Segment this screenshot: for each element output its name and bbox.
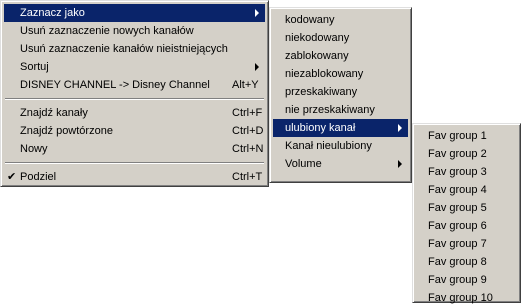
mark-as-submenu: kodowany niekodowany zablokowany niezabl…	[269, 7, 412, 183]
menu-item-fav-group-6[interactable]: Fav group 6	[416, 217, 517, 235]
menu-item-label: Nowy	[20, 143, 48, 155]
menu-item-shortcut: Alt+Y	[232, 79, 259, 91]
menu-item-skipped[interactable]: przeskakiwany	[273, 83, 408, 101]
menu-item-label: Volume	[285, 158, 322, 170]
menu-item-fav-group-7[interactable]: Fav group 7	[416, 235, 517, 253]
context-menu: Zaznacz jako Usuń zaznaczenie nowych kan…	[0, 0, 269, 187]
menu-item-fav-group-3[interactable]: Fav group 3	[416, 163, 517, 181]
menu-item-unencrypted[interactable]: niekodowany	[273, 29, 408, 47]
menu-item-find-channels[interactable]: Znajdź kanały Ctrl+F	[4, 104, 265, 122]
menu-item-mark-as[interactable]: Zaznacz jako	[4, 4, 265, 22]
menu-item-sort[interactable]: Sortuj	[4, 58, 265, 76]
menu-item-label: Fav group 4	[428, 184, 487, 196]
menu-item-fav-group-1[interactable]: Fav group 1	[416, 127, 517, 145]
menu-item-shortcut: Ctrl+F	[232, 107, 263, 119]
menu-item-new[interactable]: Nowy Ctrl+N	[4, 140, 265, 158]
menu-item-label: Fav group 3	[428, 166, 487, 178]
menu-item-fav-group-9[interactable]: Fav group 9	[416, 271, 517, 289]
menu-item-label: nie przeskakiwany	[285, 104, 375, 116]
menu-item-locked[interactable]: zablokowany	[273, 47, 408, 65]
menu-item-unlocked[interactable]: niezablokowany	[273, 65, 408, 83]
menu-item-label: przeskakiwany	[285, 86, 358, 98]
favorite-groups-submenu: Fav group 1 Fav group 2 Fav group 3 Fav …	[412, 123, 521, 304]
menu-item-label: Fav group 7	[428, 238, 487, 250]
menu-item-label: Fav group 5	[428, 202, 487, 214]
menu-item-shortcut: Ctrl+T	[232, 171, 263, 183]
menu-item-split[interactable]: ✔ Podziel Ctrl+T	[4, 168, 265, 186]
menu-item-fav-group-2[interactable]: Fav group 2	[416, 145, 517, 163]
menu-item-fav-group-10[interactable]: Fav group 10	[416, 289, 517, 307]
menu-item-label: Fav group 10	[428, 292, 493, 304]
menu-item-label: Fav group 6	[428, 220, 487, 232]
menu-item-label: Fav group 8	[428, 256, 487, 268]
menu-item-shortcut: Ctrl+D	[232, 125, 264, 137]
menu-item-label: niezablokowany	[285, 68, 364, 80]
submenu-arrow-icon	[255, 63, 259, 71]
submenu-arrow-icon	[398, 160, 402, 168]
menu-item-label: Sortuj	[20, 61, 49, 73]
submenu-arrow-icon	[255, 9, 259, 17]
menu-item-label: Podziel	[20, 171, 57, 183]
menu-item-label: ulubiony kanał	[285, 122, 356, 134]
menu-item-encrypted[interactable]: kodowany	[273, 11, 408, 29]
menu-item-unfavorite-channel[interactable]: Kanał nieulubiony	[273, 137, 408, 155]
menu-item-rename-channel[interactable]: DISNEY CHANNEL -> Disney Channel Alt+Y	[4, 76, 265, 94]
menu-item-label: kodowany	[285, 14, 335, 26]
menu-item-find-duplicates[interactable]: Znajdź powtórzone Ctrl+D	[4, 122, 265, 140]
menu-item-favorite-channel[interactable]: ulubiony kanał	[273, 119, 408, 137]
menu-item-label: Fav group 2	[428, 148, 487, 160]
menu-item-label: Znajdź kanały	[20, 107, 88, 119]
menu-item-label: Zaznacz jako	[20, 7, 85, 19]
menu-item-volume[interactable]: Volume	[273, 155, 408, 173]
menu-item-label: Kanał nieulubiony	[285, 140, 372, 152]
menu-item-fav-group-8[interactable]: Fav group 8	[416, 253, 517, 271]
submenu-arrow-icon	[398, 124, 402, 132]
menu-item-label: zablokowany	[285, 50, 349, 62]
menu-item-label: DISNEY CHANNEL -> Disney Channel	[20, 79, 210, 91]
menu-item-label: Usuń zaznaczenie kanałów nieistniejących	[20, 43, 228, 55]
checkmark-icon: ✔	[7, 171, 17, 183]
menu-item-label: Znajdź powtórzone	[20, 125, 113, 137]
menu-item-label: niekodowany	[285, 32, 350, 44]
menu-item-label: Usuń zaznaczenie nowych kanałów	[20, 25, 194, 37]
menu-item-not-skipped[interactable]: nie przeskakiwany	[273, 101, 408, 119]
menu-item-fav-group-4[interactable]: Fav group 4	[416, 181, 517, 199]
menu-item-unmark-nonexistent-channels[interactable]: Usuń zaznaczenie kanałów nieistniejących	[4, 40, 265, 58]
menu-item-label: Fav group 9	[428, 274, 487, 286]
menu-item-shortcut: Ctrl+N	[232, 143, 264, 155]
menu-separator	[5, 98, 264, 100]
menu-item-fav-group-5[interactable]: Fav group 5	[416, 199, 517, 217]
menu-item-label: Fav group 1	[428, 130, 487, 142]
menu-item-unmark-new-channels[interactable]: Usuń zaznaczenie nowych kanałów	[4, 22, 265, 40]
menu-separator	[5, 162, 264, 164]
